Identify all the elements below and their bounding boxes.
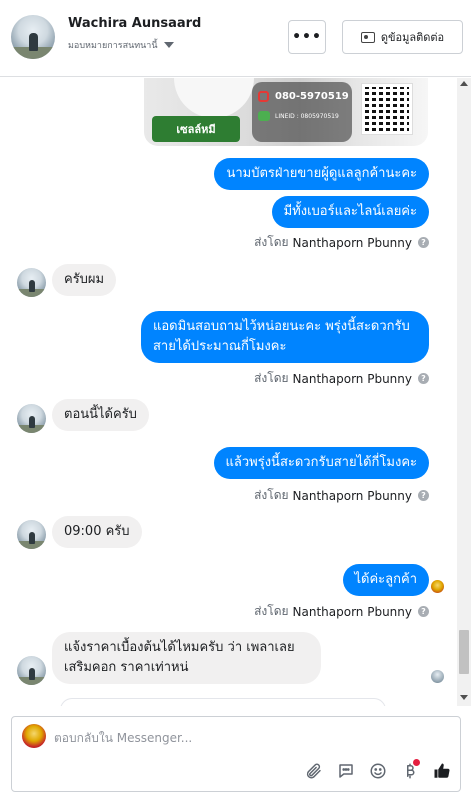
sent-by-name[interactable]: Nanthaporn Pbunny — [293, 372, 412, 386]
contact-avatar-small[interactable] — [17, 404, 46, 433]
emoji-icon[interactable] — [368, 761, 388, 781]
view-contact-info-button[interactable]: ดูข้อมูลติดต่อ — [342, 20, 463, 54]
help-icon[interactable]: ? — [418, 237, 429, 248]
currency-icon[interactable] — [400, 759, 420, 781]
sent-by-prefix: ส่งโดย — [254, 371, 289, 385]
contact-card-icon — [360, 31, 375, 43]
contact-avatar-small[interactable] — [17, 520, 46, 549]
reply-composer — [11, 716, 461, 792]
image-person-shirt — [174, 78, 254, 118]
more-options-button[interactable]: ••• — [288, 20, 326, 54]
sent-by-name[interactable]: Nanthaporn Pbunny — [293, 605, 412, 619]
message-bubble-incoming[interactable]: แจ้งราคาเบื้องต้นได้ไหมครับ ว่า เพลาเลย … — [52, 632, 321, 684]
message-thread: เซลล์หมี 080-5970519 LINEID : 0805970519… — [0, 78, 471, 706]
phone-icon — [258, 91, 269, 102]
qr-code-icon — [361, 83, 413, 135]
partial-message-bubble — [60, 698, 386, 706]
image-sell-label: เซลล์หมี — [152, 116, 240, 142]
sent-by-label: ส่งโดย Nanthaporn Pbunny ? — [254, 369, 429, 388]
contact-avatar[interactable] — [11, 15, 55, 59]
message-bubble-incoming[interactable]: ครับผม — [52, 264, 117, 296]
caret-down-icon — [163, 42, 174, 48]
sent-by-name[interactable]: Nanthaporn Pbunny — [293, 489, 412, 503]
conversation-header: Wachira Aunsaard มอบหมายการสนทนานี้ ••• … — [0, 0, 471, 77]
sent-by-prefix: ส่งโดย — [254, 604, 289, 618]
image-phone-number: 080-5970519 — [275, 91, 349, 102]
image-line-id: LINEID : 0805970519 — [275, 113, 339, 120]
reply-input[interactable] — [54, 727, 444, 749]
message-bubble-outgoing[interactable]: แอดมินสอบถามไว้หน่อยนะคะ พรุ่งนี้สะดวกรั… — [141, 311, 429, 363]
contact-name[interactable]: Wachira Aunsaard — [68, 16, 201, 31]
page-avatar — [22, 724, 46, 748]
message-bubble-outgoing[interactable]: ได้ค่ะลูกค้า — [342, 564, 429, 596]
sent-by-name[interactable]: Nanthaporn Pbunny — [293, 236, 412, 250]
notification-dot — [413, 759, 420, 766]
sent-by-label: ส่งโดย Nanthaporn Pbunny ? — [254, 602, 429, 621]
line-app-icon — [258, 111, 270, 121]
composer-toolbar — [304, 759, 452, 781]
sent-by-prefix: ส่งโดย — [254, 235, 289, 249]
assign-label: มอบหมายการสนทนานี้ — [68, 41, 158, 51]
message-bubble-incoming[interactable]: ตอนนี้ได้ครับ — [52, 399, 149, 431]
help-icon[interactable]: ? — [418, 490, 429, 501]
view-contact-info-label: ดูข้อมูลติดต่อ — [380, 31, 445, 44]
seen-by-avatar — [431, 670, 444, 683]
paperclip-icon[interactable] — [304, 761, 324, 781]
assign-conversation-dropdown[interactable]: มอบหมายการสนทนานี้ — [68, 38, 174, 52]
contact-avatar-small[interactable] — [17, 656, 46, 685]
like-icon[interactable] — [432, 761, 452, 781]
sent-by-label: ส่งโดย Nanthaporn Pbunny ? — [254, 233, 429, 252]
sent-by-label: ส่งโดย Nanthaporn Pbunny ? — [254, 486, 429, 505]
help-icon[interactable]: ? — [418, 373, 429, 384]
message-bubble-outgoing[interactable]: นามบัตรฝ่ายขายผู้ดูแลลูกค้านะคะ — [214, 158, 429, 190]
help-icon[interactable]: ? — [418, 606, 429, 617]
page-avatar-read-receipt — [431, 580, 444, 593]
message-bubble-outgoing[interactable]: แล้วพรุ่งนี้สะดวกรับสายได้กี่โมงคะ — [213, 447, 429, 479]
saved-reply-icon[interactable] — [336, 761, 356, 781]
message-bubble-incoming[interactable]: 09:00 ครับ — [52, 516, 142, 548]
sent-by-prefix: ส่งโดย — [254, 488, 289, 502]
shared-business-card-image[interactable]: เซลล์หมี 080-5970519 LINEID : 0805970519 — [144, 78, 428, 146]
message-bubble-outgoing[interactable]: มีทั้งเบอร์และไลน์เลยค่ะ — [271, 196, 429, 228]
contact-avatar-small[interactable] — [17, 268, 46, 297]
